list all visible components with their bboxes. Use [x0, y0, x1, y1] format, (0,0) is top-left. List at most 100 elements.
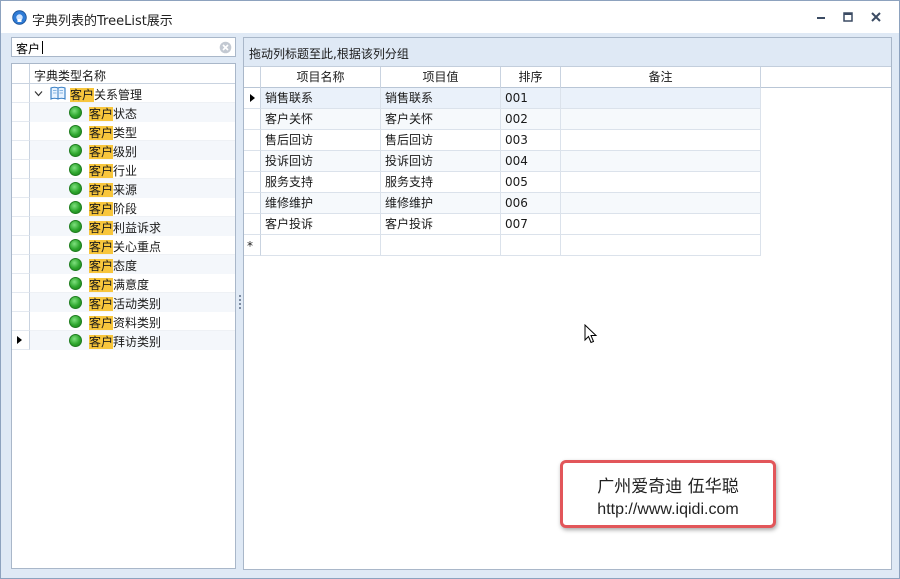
dictionary-type-tree[interactable]: 字典类型名称 客户关系管理 客户状态 客户类型 客户级别 客户行业 客户来源 客… — [11, 63, 236, 569]
cell-value[interactable]: 客户投诉 — [381, 214, 501, 235]
node-text: 利益诉求 — [113, 221, 162, 235]
close-button[interactable] — [867, 9, 885, 25]
cell-note[interactable] — [561, 151, 761, 172]
column-header-note[interactable]: 备注 — [561, 67, 761, 88]
cell-name[interactable]: 服务支持 — [261, 172, 381, 193]
window-title: 字典列表的TreeList展示 — [32, 14, 173, 29]
node-text: 级别 — [113, 145, 138, 159]
tree-node-label: 客户行业 — [89, 162, 137, 179]
green-dot-icon — [69, 258, 82, 271]
table-row[interactable]: 服务支持 服务支持 005 — [244, 172, 891, 193]
cell-name[interactable]: 销售联系 — [261, 88, 381, 109]
tree-node[interactable]: 客户级别 — [12, 141, 235, 160]
new-cell-order[interactable] — [501, 235, 561, 256]
row-indicator[interactable] — [244, 109, 261, 130]
new-item-row[interactable]: * — [244, 235, 891, 256]
cell-order[interactable]: 007 — [501, 214, 561, 235]
match-highlight: 客户 — [89, 297, 114, 311]
collapse-icon[interactable] — [34, 89, 43, 98]
cell-note[interactable] — [561, 214, 761, 235]
tree-node-label: 客户级别 — [89, 143, 137, 160]
tree-node[interactable]: 客户态度 — [12, 255, 235, 274]
tree-node[interactable]: 客户来源 — [12, 179, 235, 198]
tree-node[interactable]: 客户类型 — [12, 122, 235, 141]
group-by-panel[interactable]: 拖动列标题至此,根据该列分组 — [244, 38, 891, 67]
column-header-order[interactable]: 排序 — [501, 67, 561, 88]
new-cell-name[interactable] — [261, 235, 381, 256]
row-indicator — [12, 255, 30, 274]
tree-indicator-header — [12, 64, 30, 84]
cell-note[interactable] — [561, 172, 761, 193]
cell-note[interactable] — [561, 88, 761, 109]
row-indicator[interactable] — [244, 151, 261, 172]
table-row[interactable]: 客户关怀 客户关怀 002 — [244, 109, 891, 130]
tree-node-label: 客户态度 — [89, 257, 137, 274]
table-row[interactable]: 销售联系 销售联系 001 — [244, 88, 891, 109]
cell-name[interactable]: 维修维护 — [261, 193, 381, 214]
tree-node[interactable]: 客户利益诉求 — [12, 217, 235, 236]
minimize-button[interactable] — [812, 9, 830, 25]
new-cell-value[interactable] — [381, 235, 501, 256]
row-indicator[interactable] — [244, 172, 261, 193]
tree-node-label: 客户利益诉求 — [89, 219, 161, 236]
cell-name[interactable]: 售后回访 — [261, 130, 381, 151]
cell-order[interactable]: 004 — [501, 151, 561, 172]
cell-value[interactable]: 维修维护 — [381, 193, 501, 214]
table-row[interactable]: 售后回访 售后回访 003 — [244, 130, 891, 151]
tree-node[interactable]: 客户阶段 — [12, 198, 235, 217]
match-highlight: 客户 — [89, 202, 114, 216]
tree-node-root[interactable]: 客户关系管理 — [12, 84, 235, 103]
cell-order[interactable]: 006 — [501, 193, 561, 214]
row-indicator[interactable]: * — [244, 235, 261, 256]
table-row[interactable]: 客户投诉 客户投诉 007 — [244, 214, 891, 235]
cell-order[interactable]: 002 — [501, 109, 561, 130]
cell-value[interactable]: 投诉回访 — [381, 151, 501, 172]
cell-order[interactable]: 005 — [501, 172, 561, 193]
match-highlight: 客户 — [89, 126, 114, 140]
column-header-name[interactable]: 项目名称 — [261, 67, 381, 88]
cell-value[interactable]: 客户关怀 — [381, 109, 501, 130]
green-dot-icon — [69, 334, 82, 347]
text-caret — [42, 41, 43, 54]
cell-name[interactable]: 投诉回访 — [261, 151, 381, 172]
table-row[interactable]: 投诉回访 投诉回访 004 — [244, 151, 891, 172]
green-dot-icon — [69, 144, 82, 157]
row-indicator[interactable] — [244, 193, 261, 214]
cell-name[interactable]: 客户投诉 — [261, 214, 381, 235]
cell-note[interactable] — [561, 109, 761, 130]
grid-body: 销售联系 销售联系 001 客户关怀 客户关怀 002 售后回访 售后回访 003 投诉回访 投诉回… — [244, 88, 891, 256]
cell-value[interactable]: 售后回访 — [381, 130, 501, 151]
minimize-icon — [817, 17, 825, 19]
tree-node[interactable]: 客户关心重点 — [12, 236, 235, 255]
tree-node[interactable]: 客户满意度 — [12, 274, 235, 293]
row-indicator[interactable] — [244, 88, 261, 109]
cell-order[interactable]: 001 — [501, 88, 561, 109]
cell-note[interactable] — [561, 193, 761, 214]
tree-node[interactable]: 客户活动类别 — [12, 293, 235, 312]
clear-icon[interactable] — [219, 41, 232, 54]
tree-node-label: 客户资料类别 — [89, 314, 161, 331]
search-input[interactable]: 客户 — [11, 37, 236, 57]
tree-node[interactable]: 客户行业 — [12, 160, 235, 179]
row-indicator — [12, 103, 30, 122]
cell-order[interactable]: 003 — [501, 130, 561, 151]
row-indicator[interactable] — [244, 214, 261, 235]
tree-column-header[interactable]: 字典类型名称 — [34, 67, 106, 84]
cell-value[interactable]: 服务支持 — [381, 172, 501, 193]
row-indicator[interactable] — [244, 130, 261, 151]
cell-name[interactable]: 客户关怀 — [261, 109, 381, 130]
tree-node[interactable]: 客户资料类别 — [12, 312, 235, 331]
column-header-value[interactable]: 项目值 — [381, 67, 501, 88]
table-row[interactable]: 维修维护 维修维护 006 — [244, 193, 891, 214]
cell-value[interactable]: 销售联系 — [381, 88, 501, 109]
tree-node[interactable]: 客户拜访类别 — [12, 331, 235, 350]
cell-note[interactable] — [561, 130, 761, 151]
app-window: 字典列表的TreeList展示 客户 字典类型名称 客户关系管理 客户状态 客户… — [0, 0, 900, 579]
tree-node[interactable]: 客户状态 — [12, 103, 235, 122]
match-highlight: 客户 — [89, 145, 114, 159]
row-indicator — [12, 122, 30, 141]
new-cell-note[interactable] — [561, 235, 761, 256]
maximize-button[interactable] — [839, 9, 857, 25]
node-text: 活动类别 — [113, 297, 162, 311]
row-indicator — [12, 84, 30, 103]
